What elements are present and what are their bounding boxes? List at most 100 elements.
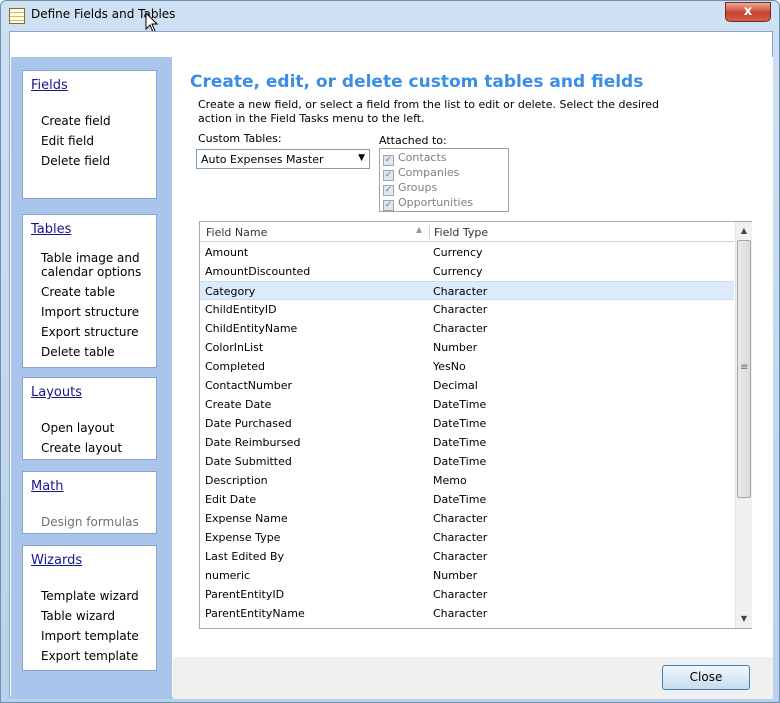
table-row[interactable]: Expense Type Character [200, 528, 734, 547]
sort-ascending-icon: ▲ [416, 225, 423, 234]
table-row[interactable]: Last Edited By Character [200, 547, 734, 566]
create-table-link[interactable]: Create table [41, 282, 156, 302]
table-row[interactable]: Edit Date DateTime [200, 490, 734, 509]
field-name-cell: AmountDiscounted [205, 265, 311, 278]
field-name-cell: Edit Date [205, 493, 257, 506]
custom-tables-label: Custom Tables: [198, 132, 282, 145]
table-wizard-link[interactable]: Table wizard [41, 606, 156, 626]
fields-grid: Field Name ▲ Field Type Amount Currency Am… [199, 221, 752, 629]
title-bar[interactable]: Define Fields and Tables x [1, 1, 779, 33]
field-name-cell: Date Submitted [205, 455, 292, 468]
scroll-up-arrow-icon[interactable]: ▲ [736, 223, 752, 239]
custom-tables-dropdown[interactable]: Auto Expenses Master ▼ [196, 149, 370, 169]
field-name-cell: ParentEntityName [205, 607, 305, 620]
import-template-link[interactable]: Import template [41, 626, 156, 646]
table-row[interactable]: AmountDiscounted Currency [200, 262, 734, 281]
wizards-header-link[interactable]: Wizards [23, 546, 156, 576]
field-name-cell: Last Edited By [205, 550, 285, 563]
check-icon: ✓ [383, 200, 394, 211]
grip-icon: ≡ [740, 362, 749, 373]
field-type-cell: Character [433, 322, 488, 335]
field-type-cell: DateTime [433, 455, 487, 468]
attached-opportunities-checkbox: ✓ Opportunities [383, 195, 508, 211]
attached-groups-label: Groups [398, 181, 438, 194]
table-row[interactable]: Date Purchased DateTime [200, 414, 734, 433]
delete-field-link[interactable]: Delete field [41, 151, 156, 171]
math-header-link[interactable]: Math [23, 472, 156, 502]
field-type-cell: Decimal [433, 379, 478, 392]
table-row[interactable]: ParentEntityID Character [200, 585, 734, 604]
wizards-panel: Wizards Template wizard Table wizard Imp… [22, 545, 157, 671]
attached-companies-checkbox: ✓ Companies [383, 165, 508, 181]
close-button[interactable]: Close [662, 665, 750, 690]
field-type-cell: Number [433, 341, 478, 354]
field-name-cell: Expense Name [205, 512, 288, 525]
field-type-cell: YesNo [433, 360, 466, 373]
grid-scrollbar[interactable]: ▲ ≡ ▼ [735, 222, 752, 628]
dialog-window: Define Fields and Tables x Fields Create… [0, 0, 780, 703]
field-type-cell: DateTime [433, 398, 487, 411]
dialog-footer: Close [173, 657, 773, 699]
table-row[interactable]: Amount Currency [200, 243, 734, 262]
page-title: Create, edit, or delete custom tables an… [190, 72, 644, 92]
table-row[interactable]: Date Reimbursed DateTime [200, 433, 734, 452]
table-row[interactable]: Expense Name Character [200, 509, 734, 528]
edit-field-link[interactable]: Edit field [41, 131, 156, 151]
scroll-down-arrow-icon[interactable]: ▼ [736, 611, 752, 627]
fields-header-link[interactable]: Fields [23, 71, 156, 101]
attached-to-label: Attached to: [379, 134, 447, 147]
field-type-cell: Character [433, 531, 488, 544]
field-name-cell: ColorInList [205, 341, 264, 354]
table-row[interactable]: ChildEntityName Character [200, 319, 734, 338]
create-layout-link[interactable]: Create layout [41, 438, 156, 458]
table-row[interactable]: Create Date DateTime [200, 395, 734, 414]
field-name-cell: numeric [205, 569, 251, 582]
attached-companies-label: Companies [398, 166, 460, 179]
field-name-cell: Date Purchased [205, 417, 292, 430]
main-panel: Create, edit, or delete custom tables an… [173, 57, 773, 657]
import-structure-link[interactable]: Import structure [41, 302, 156, 322]
table-row[interactable]: Description Memo [200, 471, 734, 490]
field-type-column-header[interactable]: Field Type [434, 226, 488, 239]
table-row[interactable]: Date Submitted DateTime [200, 452, 734, 471]
table-image-calendar-link[interactable]: Table image and calendar options [41, 248, 156, 282]
field-type-cell: DateTime [433, 493, 487, 506]
field-type-cell: Character [433, 303, 488, 316]
field-type-cell: Currency [433, 265, 483, 278]
window-close-button[interactable]: x [725, 2, 771, 22]
field-type-cell: DateTime [433, 436, 487, 449]
table-row[interactable]: ColorInList Number [200, 338, 734, 357]
table-row[interactable]: numeric Number [200, 566, 734, 585]
design-formulas-link: Design formulas [41, 515, 139, 529]
layouts-header-link[interactable]: Layouts [23, 378, 156, 408]
field-name-cell: ChildEntityName [205, 322, 298, 335]
page-description: Create a new field, or select a field fr… [198, 98, 660, 125]
tables-header-link[interactable]: Tables [23, 215, 156, 245]
field-type-cell: Number [433, 569, 478, 582]
delete-table-link[interactable]: Delete table [41, 342, 156, 362]
custom-tables-value: Auto Expenses Master [201, 153, 324, 166]
table-row[interactable]: ContactNumber Decimal [200, 376, 734, 395]
export-structure-link[interactable]: Export structure [41, 322, 156, 342]
attached-contacts-label: Contacts [398, 151, 447, 164]
table-row[interactable]: ParentEntityName Character [200, 604, 734, 623]
create-field-link[interactable]: Create field [41, 111, 156, 131]
column-divider[interactable] [429, 225, 430, 239]
field-name-cell: ParentEntityID [205, 588, 285, 601]
dialog-client: Fields Create field Edit field Delete fi… [9, 31, 773, 699]
math-panel: Math Design formulas [22, 471, 157, 534]
scrollbar-thumb[interactable]: ≡ [737, 240, 751, 498]
field-name-cell: ContactNumber [205, 379, 292, 392]
table-row[interactable]: ChildEntityID Character [200, 300, 734, 319]
template-wizard-link[interactable]: Template wizard [41, 586, 156, 606]
field-name-cell: Create Date [205, 398, 272, 411]
attached-to-list: ✓ Contacts ✓ Companies ✓ Groups ✓ Opportunit… [379, 148, 509, 212]
open-layout-link[interactable]: Open layout [41, 418, 156, 438]
attached-contacts-checkbox: ✓ Contacts [383, 150, 508, 166]
table-row[interactable]: Category Character [200, 281, 734, 300]
field-type-cell: Character [433, 607, 488, 620]
export-template-link[interactable]: Export template [41, 646, 156, 666]
table-row[interactable]: Completed YesNo [200, 357, 734, 376]
field-name-cell: Completed [205, 360, 265, 373]
field-name-column-header[interactable]: Field Name [206, 226, 267, 239]
